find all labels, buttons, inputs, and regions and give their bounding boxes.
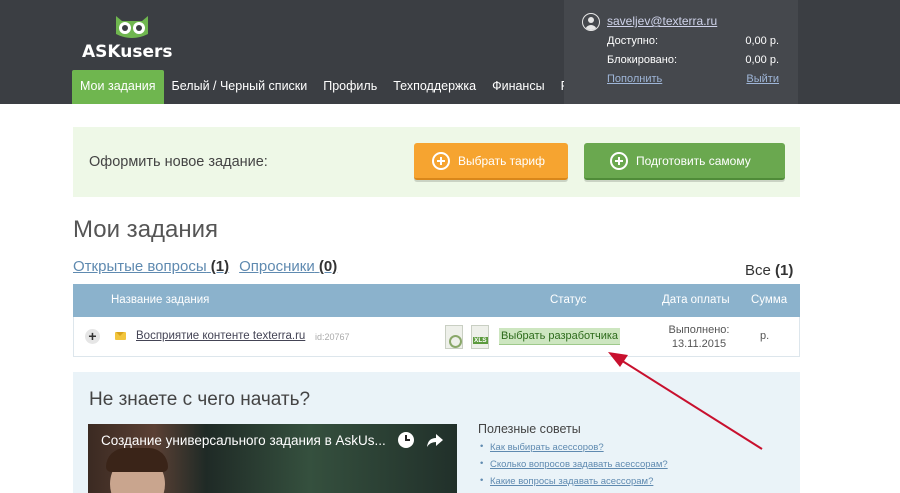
nav-item-white-black-lists[interactable]: Белый / Черный списки: [164, 70, 316, 104]
task-id: id:20767: [315, 332, 350, 342]
sum-value: р.: [760, 330, 770, 342]
filter-all[interactable]: Все (1): [745, 262, 793, 279]
blocked-label: Блокировано:: [607, 54, 678, 66]
annotation-arrow: [608, 352, 763, 450]
nav-item-my-tasks[interactable]: Мои задания: [72, 70, 164, 104]
prepare-self-button[interactable]: Подготовить самому: [584, 143, 785, 180]
new-task-label: Оформить новое задание:: [89, 154, 268, 170]
blocked-balance-row: Блокировано: 0,00 р.: [607, 54, 779, 66]
list-item: Какие вопросы задавать асессорам?: [478, 475, 668, 487]
logout-link[interactable]: Выйти: [746, 73, 779, 85]
owl-logo-icon: [116, 16, 148, 38]
col-sum: Сумма: [751, 294, 788, 306]
new-task-panel: Оформить новое задание: Выбрать тариф По…: [73, 127, 800, 197]
task-filters: Открытые вопросы (1) Опросники (0): [73, 258, 337, 275]
choose-plan-label: Выбрать тариф: [458, 153, 545, 168]
filter-questionnaires[interactable]: Опросники (0): [239, 258, 337, 275]
available-balance-row: Доступно: 0,00 р.: [607, 35, 779, 47]
plus-circle-icon: [610, 151, 628, 170]
plus-circle-icon: [432, 151, 450, 170]
col-paid-date: Дата оплаты: [662, 294, 730, 306]
video-title: Создание универсального задания в AskUs.…: [101, 433, 386, 448]
account-panel: saveljev@texterra.ru Доступно: 0,00 р. Б…: [564, 0, 798, 104]
available-value: 0,00 р.: [745, 35, 779, 47]
video-person-hair: [106, 448, 168, 472]
task-name-link[interactable]: Восприятие контенте texterra.ru: [136, 330, 305, 342]
topup-link[interactable]: Пополнить: [607, 73, 662, 85]
main-nav: Мои задания Белый / Черный списки Профил…: [72, 70, 594, 104]
blocked-value: 0,00 р.: [745, 54, 779, 66]
watch-later-icon[interactable]: [398, 432, 414, 448]
tip-link[interactable]: Какие вопросы задавать асессорам?: [490, 476, 653, 487]
tip-link[interactable]: Как выбирать асессоров?: [490, 442, 604, 453]
nav-item-profile[interactable]: Профиль: [315, 70, 385, 104]
help-title: Не знаете с чего начать?: [89, 389, 311, 410]
report-file-icon[interactable]: [445, 325, 463, 349]
share-icon[interactable]: [426, 432, 444, 448]
nav-item-finance[interactable]: Финансы: [484, 70, 552, 104]
account-email-link[interactable]: saveljev@texterra.ru: [607, 14, 717, 28]
askusers-logo[interactable]: ASKusers: [82, 14, 173, 62]
paid-status: Выполнено:: [668, 324, 730, 336]
tips-title: Полезные советы: [478, 422, 581, 436]
available-label: Доступно:: [607, 35, 659, 47]
logo-text: ASKusers: [82, 42, 173, 62]
account-links-row: Пополнить Выйти: [607, 73, 779, 85]
xls-file-icon[interactable]: XLS: [471, 325, 489, 349]
page-title: Мои задания: [73, 216, 219, 243]
user-icon: [582, 13, 600, 31]
list-item: Сколько вопросов задавать асессорам?: [478, 458, 668, 470]
choose-plan-button[interactable]: Выбрать тариф: [414, 143, 568, 180]
top-header: ASKusers Мои задания Белый / Черный спис…: [0, 0, 900, 104]
col-status: Статус: [550, 294, 587, 306]
tasks-table-header: Название задания Статус Дата оплаты Сумм…: [73, 284, 800, 317]
status-badge[interactable]: Выбрать разработчика: [499, 328, 621, 345]
filter-open-questions[interactable]: Открытые вопросы (1): [73, 258, 229, 275]
tip-link[interactable]: Сколько вопросов задавать асессорам?: [490, 459, 668, 470]
col-task-name: Название задания: [111, 294, 210, 306]
nav-item-support[interactable]: Техподдержка: [385, 70, 484, 104]
expand-row-button[interactable]: +: [85, 329, 100, 344]
tutorial-video[interactable]: Создание универсального задания в AskUs.…: [88, 424, 457, 493]
envelope-icon: [115, 332, 126, 340]
prepare-self-label: Подготовить самому: [636, 153, 751, 168]
